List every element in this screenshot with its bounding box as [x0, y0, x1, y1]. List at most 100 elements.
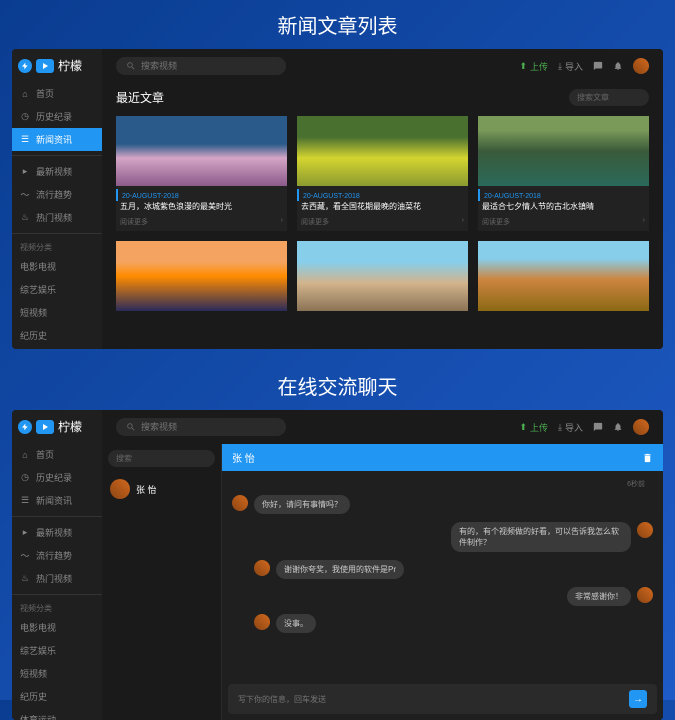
bell-icon[interactable]	[613, 422, 623, 432]
nav-label: 首页	[36, 448, 54, 461]
msg-avatar	[637, 522, 653, 538]
chat-panels: 搜索 张 怡 张 怡 6秒前 你好，请问有事情吗？ 有的，有个视频做的好看，可以…	[102, 444, 663, 720]
nav-label: 首页	[36, 87, 54, 100]
nav-item-0[interactable]: ⌂首页	[12, 82, 102, 105]
upload-button[interactable]: ⬆上传	[519, 421, 548, 434]
chat-icon[interactable]	[593, 422, 603, 432]
nav-label: 热门视频	[36, 211, 72, 224]
content-area: 最近文章 搜索文章 20-AUGUST-2018 五月，冰城紫色浪漫的最美时光 …	[102, 83, 663, 349]
chat-main: ⬆上传 ⤓导入 搜索 张 怡 张 怡 6秒前	[102, 410, 663, 720]
article-more[interactable]: 阅读更多›	[116, 215, 287, 231]
nav-icon: ▸	[20, 528, 30, 538]
bell-icon[interactable]	[613, 61, 623, 71]
nav-cat-1[interactable]: 综艺娱乐	[12, 278, 102, 301]
msg-bubble: 谢谢你夸奖，我使用的软件是Pr	[276, 560, 404, 579]
search-input[interactable]	[141, 422, 276, 432]
send-button[interactable]	[629, 690, 647, 708]
nav-icon: ♨	[20, 574, 30, 584]
nav-cat-2[interactable]: 短视频	[12, 662, 102, 685]
section-title-chat: 在线交流聊天	[0, 361, 675, 410]
chat-icon[interactable]	[593, 61, 603, 71]
article-thumb	[116, 241, 287, 311]
nav-cat-4[interactable]: 体育运动	[12, 347, 102, 349]
nav-mid-1[interactable]: 〜流行趋势	[12, 544, 102, 567]
import-icon: ⤓	[558, 61, 562, 72]
search-input[interactable]	[141, 61, 276, 71]
import-icon: ⤓	[558, 422, 562, 433]
nav-item-1[interactable]: ◷历史纪录	[12, 466, 102, 489]
nav-cat-3[interactable]: 纪历史	[12, 324, 102, 347]
nav-item-2[interactable]: ☰新闻资讯	[12, 128, 102, 151]
article-date: 20-AUGUST-2018	[297, 189, 468, 201]
contact-search[interactable]: 搜索	[108, 450, 215, 467]
nav-label: 体育运动	[20, 713, 56, 720]
nav-cat-2[interactable]: 短视频	[12, 301, 102, 324]
article-grid-row2	[116, 241, 649, 311]
article-card[interactable]: 20-AUGUST-2018 去西藏，看全国花期最晚的油菜花 阅读更多›	[297, 116, 468, 231]
article-search[interactable]: 搜索文章	[569, 89, 649, 106]
section-title-articles: 新闻文章列表	[0, 0, 675, 49]
nav-label: 热门视频	[36, 572, 72, 585]
user-avatar[interactable]	[633, 58, 649, 74]
msg-row: 没事。	[254, 614, 653, 633]
article-card[interactable]	[297, 241, 468, 311]
chat-input[interactable]	[238, 695, 621, 704]
msg-bubble: 非常感谢你！	[567, 587, 631, 606]
search-box[interactable]	[116, 57, 286, 75]
nav-label: 最新视频	[36, 526, 72, 539]
article-date: 20-AUGUST-2018	[116, 189, 287, 201]
nav-label: 历史纪录	[36, 471, 72, 484]
msg-avatar	[254, 560, 270, 576]
nav-label: 综艺娱乐	[20, 644, 56, 657]
nav-item-2[interactable]: ☰新闻资讯	[12, 489, 102, 512]
trash-icon[interactable]	[642, 452, 653, 464]
articles-panel: 柠檬 ⌂首页◷历史纪录☰新闻资讯▸最新视频〜流行趋势♨热门视频视频分类电影电视综…	[12, 49, 663, 349]
article-thumb	[297, 241, 468, 311]
nav-cat-0[interactable]: 电影电视	[12, 616, 102, 639]
nav-label: 电影电视	[20, 621, 56, 634]
msg-bubble: 没事。	[276, 614, 316, 633]
nav-label: 历史纪录	[36, 110, 72, 123]
topbar: ⬆上传 ⤓导入	[102, 410, 663, 444]
nav-label: 纪历史	[20, 690, 47, 703]
nav-cat-3[interactable]: 纪历史	[12, 685, 102, 708]
import-button[interactable]: ⤓导入	[558, 60, 583, 73]
nav-cat-0[interactable]: 电影电视	[12, 255, 102, 278]
article-more[interactable]: 阅读更多›	[297, 215, 468, 231]
nav-mid-0[interactable]: ▸最新视频	[12, 160, 102, 183]
article-card[interactable]: 20-AUGUST-2018 五月，冰城紫色浪漫的最美时光 阅读更多›	[116, 116, 287, 231]
search-box[interactable]	[116, 418, 286, 436]
nav-mid-2[interactable]: ♨热门视频	[12, 206, 102, 229]
logo-row: 柠檬	[12, 49, 102, 82]
nav-item-1[interactable]: ◷历史纪录	[12, 105, 102, 128]
article-more[interactable]: 阅读更多›	[478, 215, 649, 231]
msg-row: 有的，有个视频做的好看，可以告诉我怎么软件制作？	[232, 522, 653, 552]
play-icon	[36, 420, 54, 434]
nav-label: 流行趋势	[36, 549, 72, 562]
nav-cat-1[interactable]: 综艺娱乐	[12, 639, 102, 662]
search-icon	[126, 422, 136, 432]
msg-avatar	[637, 587, 653, 603]
msg-avatar	[232, 495, 248, 511]
logo-text: 柠檬	[58, 57, 82, 74]
upload-icon: ⬆	[519, 422, 527, 433]
upload-button[interactable]: ⬆上传	[519, 60, 548, 73]
nav-mid-2[interactable]: ♨ 热门视频	[12, 567, 102, 590]
msg-avatar	[254, 614, 270, 630]
contact-item[interactable]: 张 怡	[102, 473, 221, 505]
article-thumb	[116, 116, 287, 186]
nav-mid-0[interactable]: ▸ 最新视频	[12, 521, 102, 544]
article-card[interactable]	[116, 241, 287, 311]
search-icon	[126, 61, 136, 71]
article-card[interactable]	[478, 241, 649, 311]
content-header: 最近文章 搜索文章	[116, 89, 649, 106]
nav-label: 短视频	[20, 667, 47, 680]
nav-cat-4[interactable]: 体育运动	[12, 708, 102, 720]
import-button[interactable]: ⤓导入	[558, 421, 583, 434]
article-card[interactable]: 20-AUGUST-2018 最适合七夕情人节的古北水镇晴 阅读更多›	[478, 116, 649, 231]
user-avatar[interactable]	[633, 419, 649, 435]
nav-item-0[interactable]: ⌂首页	[12, 443, 102, 466]
nav-mid-1[interactable]: 〜流行趋势	[12, 183, 102, 206]
nav-label: 短视频	[20, 306, 47, 319]
article-thumb	[297, 116, 468, 186]
